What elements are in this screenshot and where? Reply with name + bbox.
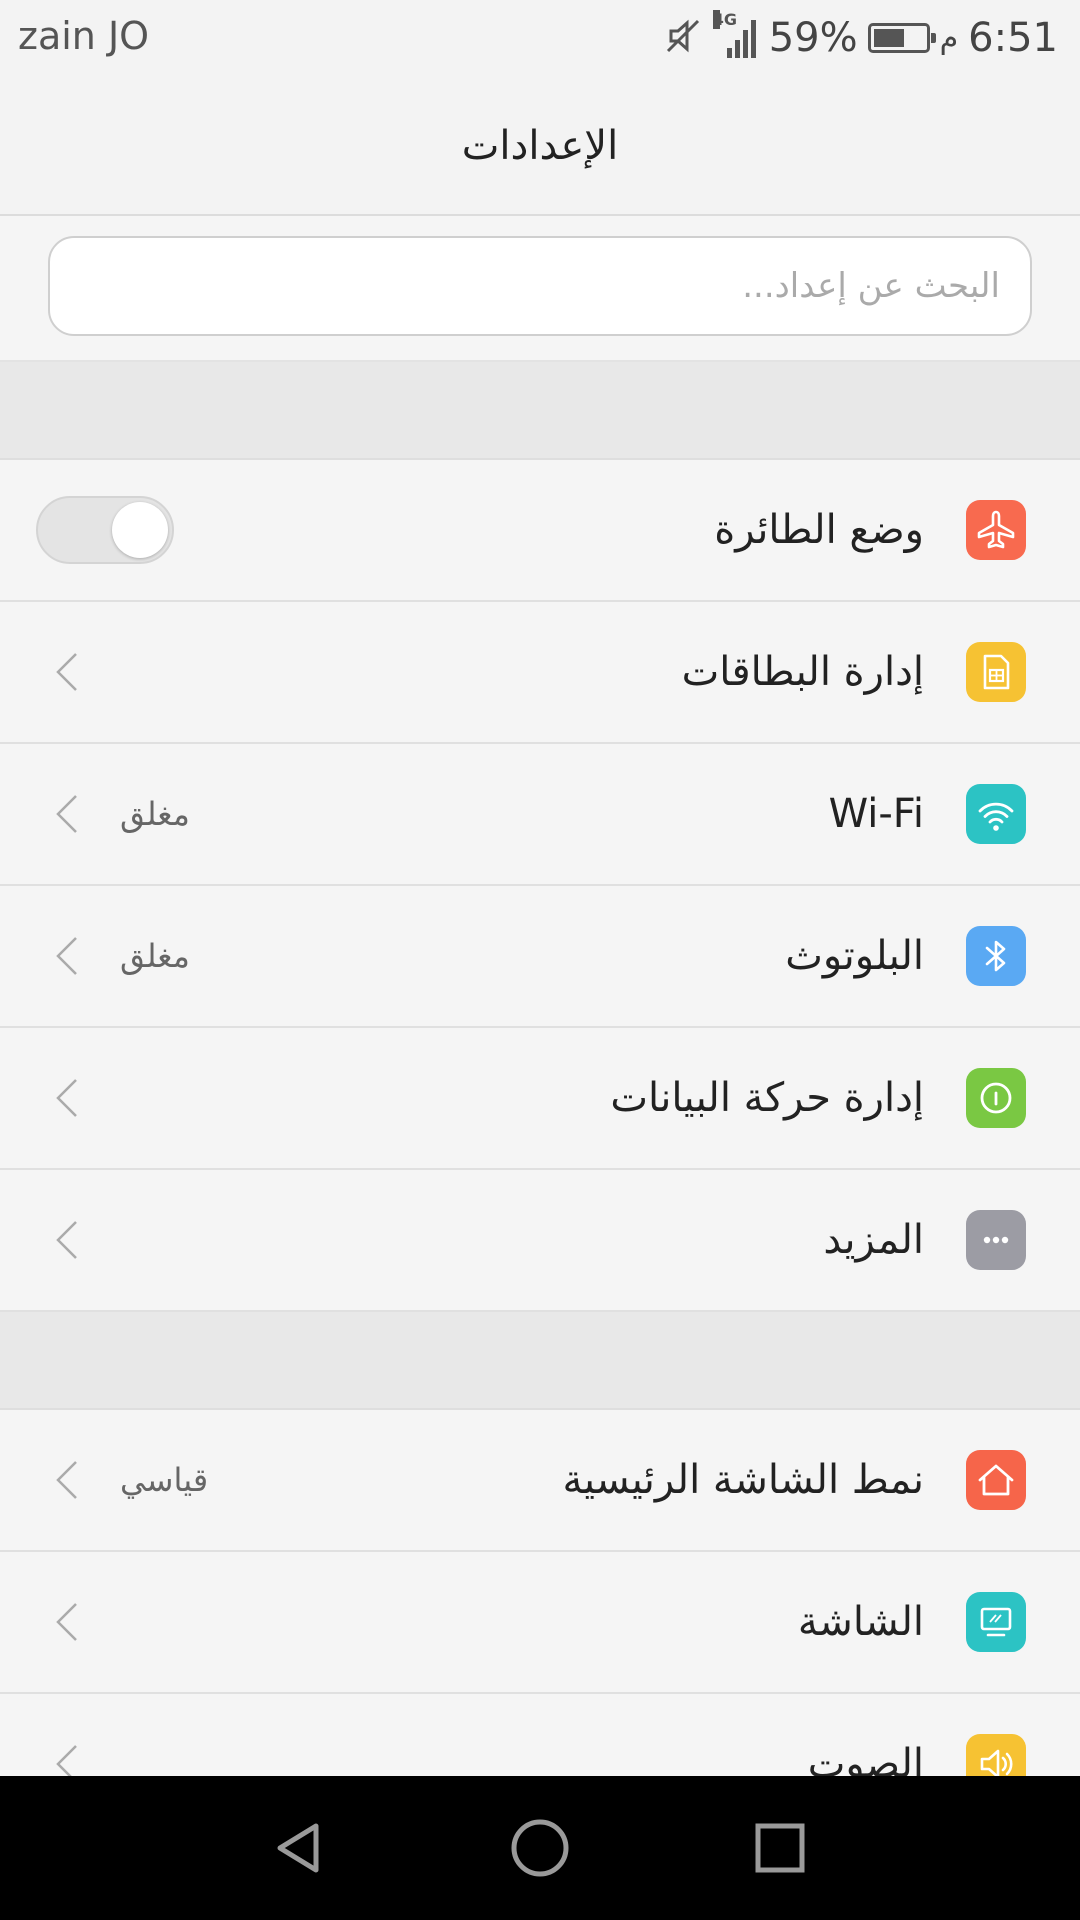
settings-row-display[interactable]: الشاشة bbox=[0, 1552, 1080, 1694]
wifi-status: مغلق bbox=[120, 795, 190, 833]
home-nav-icon[interactable] bbox=[504, 1812, 576, 1884]
bluetooth-icon bbox=[966, 926, 1026, 986]
settings-row-wifi[interactable]: Wi-Fi مغلق bbox=[0, 744, 1080, 886]
wifi-icon bbox=[966, 784, 1026, 844]
home-style-value: قياسي bbox=[120, 1461, 209, 1499]
settings-row-airplane-mode[interactable]: وضع الطائرة bbox=[0, 460, 1080, 602]
row-label: الشاشة bbox=[797, 1599, 924, 1645]
row-label: إدارة البطاقات bbox=[681, 649, 924, 695]
row-label: وضع الطائرة bbox=[714, 507, 924, 553]
settings-row-sim-management[interactable]: إدارة البطاقات bbox=[0, 602, 1080, 744]
chevron-left-icon bbox=[46, 934, 90, 978]
search-section bbox=[0, 216, 1080, 362]
chevron-left-icon bbox=[46, 792, 90, 836]
bluetooth-status: مغلق bbox=[120, 937, 190, 975]
carrier-name: zain JO bbox=[18, 14, 150, 58]
search-input[interactable] bbox=[48, 236, 1032, 336]
row-label: Wi-Fi bbox=[828, 791, 924, 837]
settings-row-bluetooth[interactable]: البلوتوث مغلق bbox=[0, 886, 1080, 1028]
status-icons: 4G 59% م 6:51 bbox=[653, 10, 1058, 66]
sim-card-icon bbox=[966, 642, 1026, 702]
page-title: الإعدادات bbox=[461, 123, 619, 169]
chevron-left-icon bbox=[46, 1218, 90, 1262]
back-icon[interactable] bbox=[264, 1812, 336, 1884]
airplane-icon bbox=[966, 500, 1026, 560]
status-bar: zain JO 4G 59% م 6:51 bbox=[0, 0, 1080, 78]
settings-row-data-usage[interactable]: إدارة حركة البيانات bbox=[0, 1028, 1080, 1170]
display-icon bbox=[966, 1592, 1026, 1652]
app-header: الإعدادات bbox=[0, 78, 1080, 216]
settings-row-more[interactable]: المزيد bbox=[0, 1170, 1080, 1312]
home-icon bbox=[966, 1450, 1026, 1510]
mute-icon bbox=[663, 16, 703, 60]
section-divider bbox=[0, 1312, 1080, 1410]
chevron-left-icon bbox=[46, 1076, 90, 1120]
settings-row-home-screen-style[interactable]: نمط الشاشة الرئيسية قياسي bbox=[0, 1410, 1080, 1552]
chevron-left-icon bbox=[46, 1600, 90, 1644]
row-label: المزيد bbox=[823, 1217, 924, 1263]
signal-icon: 4G bbox=[712, 10, 759, 58]
more-icon bbox=[966, 1210, 1026, 1270]
row-label: نمط الشاشة الرئيسية bbox=[562, 1457, 924, 1503]
chevron-left-icon bbox=[46, 650, 90, 694]
toggle-knob bbox=[112, 502, 168, 558]
airplane-mode-toggle[interactable] bbox=[36, 496, 174, 564]
section-divider bbox=[0, 362, 1080, 460]
clock: 6:51 bbox=[968, 15, 1058, 61]
navigation-bar bbox=[0, 1776, 1080, 1920]
chevron-left-icon bbox=[46, 1458, 90, 1502]
row-label: البلوتوث bbox=[785, 933, 924, 979]
recents-icon[interactable] bbox=[744, 1812, 816, 1884]
row-label: إدارة حركة البيانات bbox=[610, 1075, 924, 1121]
battery-icon bbox=[867, 23, 936, 53]
battery-percent: 59% bbox=[768, 15, 858, 61]
am-pm-label: م bbox=[939, 20, 959, 56]
data-usage-icon bbox=[966, 1068, 1026, 1128]
